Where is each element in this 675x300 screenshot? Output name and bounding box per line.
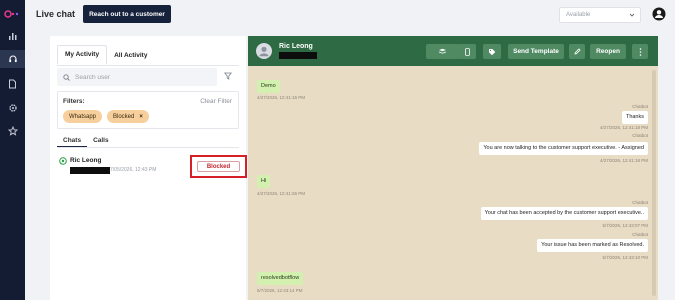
channel-tabs: Chats Calls — [57, 134, 115, 148]
more-options-button[interactable] — [632, 44, 648, 59]
top-bar: Live chat Reach out to a customer Availa… — [25, 0, 675, 30]
availability-select[interactable]: Available — [559, 7, 641, 23]
message-timestamp: 5/7/2026, 12:43:10 PM — [602, 255, 648, 260]
filter-funnel-icon[interactable] — [224, 72, 232, 80]
conversation-date: 7/05/2026, 12:43 PM — [110, 167, 157, 173]
nav-settings[interactable] — [0, 99, 25, 117]
chat-header: Ric Leong Send Template Reopen — [248, 36, 658, 66]
send-template-button[interactable]: Send Template — [508, 44, 564, 59]
outgoing-message: Your chat has been accepted by the custo… — [480, 207, 648, 220]
clear-filter-link[interactable]: Clear Filter — [200, 98, 232, 105]
filters-box: Filters: Clear Filter Whatsapp Blocked × — [57, 91, 239, 129]
page-title: Live chat — [36, 9, 76, 19]
incoming-message: Hi — [257, 175, 271, 188]
tab-all-activity[interactable]: All Activity — [107, 45, 154, 65]
message-sender: Chatbot — [632, 200, 648, 205]
stack-icon — [438, 48, 447, 54]
activity-tabs: My Activity All Activity — [57, 45, 154, 65]
nav-analytics[interactable] — [0, 27, 25, 45]
tag-button[interactable] — [483, 44, 501, 59]
redacted-contact-number — [279, 52, 317, 59]
tag-icon — [489, 48, 496, 55]
reopen-button[interactable]: Reopen — [590, 44, 626, 59]
incoming-message: Demo — [257, 80, 280, 93]
activity-panel: My Activity All Activity Filters: Clear … — [50, 36, 247, 300]
search-icon — [63, 73, 70, 81]
whatsapp-icon — [59, 157, 67, 165]
document-icon — [9, 79, 16, 89]
blocked-button[interactable]: Blocked — [197, 161, 240, 172]
filter-chip-blocked[interactable]: Blocked × — [107, 110, 149, 123]
nav-documents[interactable] — [0, 75, 25, 93]
message-timestamp: 4/27/2026, 12:41:18 PM — [599, 158, 648, 163]
tab-my-activity[interactable]: My Activity — [57, 45, 108, 65]
pencil-icon — [573, 48, 581, 55]
kebab-menu-icon — [639, 47, 641, 56]
conversation-item[interactable]: Ric Leong 7/05/2026, 12:43 PM Blocked — [57, 152, 247, 180]
message-sender: Chatbot — [632, 104, 648, 109]
star-icon — [7, 126, 18, 136]
filter-chip-whatsapp[interactable]: Whatsapp — [63, 110, 103, 123]
availability-value: Available — [566, 12, 591, 18]
tabs-divider — [57, 65, 239, 66]
outgoing-message: You are now talking to the customer supp… — [479, 142, 648, 155]
search-input[interactable] — [75, 73, 205, 81]
chevron-down-icon — [629, 13, 635, 17]
blocked-highlight: Blocked — [190, 155, 247, 178]
message-timestamp: 4/27/2026, 12:41:18 PM — [599, 125, 648, 130]
message-timestamp: 5/7/2026, 12:43:07 PM — [602, 223, 648, 228]
filter-chip-label: Whatsapp — [69, 113, 97, 120]
contact-avatar-icon — [256, 43, 272, 59]
reach-out-button[interactable]: Reach out to a customer — [83, 5, 171, 23]
bar-chart-icon — [9, 32, 17, 40]
user-avatar-icon[interactable] — [652, 7, 666, 21]
redacted-phone — [70, 167, 110, 174]
edit-button[interactable] — [569, 44, 585, 59]
message-sender: Chatbot — [632, 232, 648, 237]
transfer-button[interactable] — [426, 44, 459, 59]
message-timestamp: 4/27/2026, 12:41:26 PM — [257, 191, 306, 196]
chat-panel: Ric Leong Send Template Reopen Demo 4/27… — [248, 36, 658, 300]
conversation-name: Ric Leong — [70, 157, 102, 164]
subtabs-divider — [57, 147, 239, 148]
filter-chip-label: Blocked — [113, 113, 135, 120]
outgoing-message: Your issue has been marked as Resolved. — [537, 239, 648, 252]
message-list: Demo 4/27/2026, 12:41:15 PM Chatbot Than… — [254, 70, 654, 300]
settings-cog-icon — [8, 104, 17, 112]
brand-logo-icon — [4, 10, 19, 18]
headset-icon — [8, 55, 17, 63]
incoming-message: resolvedbotflow — [257, 272, 304, 285]
nav-favorites[interactable] — [0, 122, 25, 140]
tab-chats[interactable]: Chats — [57, 134, 88, 147]
nav-rail — [0, 0, 25, 300]
nav-live-chat[interactable] — [0, 50, 25, 68]
search-box — [57, 68, 217, 86]
mobile-phone-icon — [464, 47, 470, 56]
message-timestamp: 4/27/2026, 12:41:15 PM — [257, 95, 306, 100]
filters-label: Filters: — [63, 98, 85, 105]
remove-chip-icon[interactable]: × — [139, 114, 143, 120]
message-sender: Chatbot — [632, 133, 648, 138]
tab-calls[interactable]: Calls — [87, 134, 115, 147]
message-timestamp: 5/7/2026, 12:43:14 PM — [257, 288, 303, 293]
contact-name: Ric Leong — [279, 43, 313, 50]
mobile-button[interactable] — [458, 44, 476, 59]
outgoing-message: Thanks — [621, 111, 648, 124]
